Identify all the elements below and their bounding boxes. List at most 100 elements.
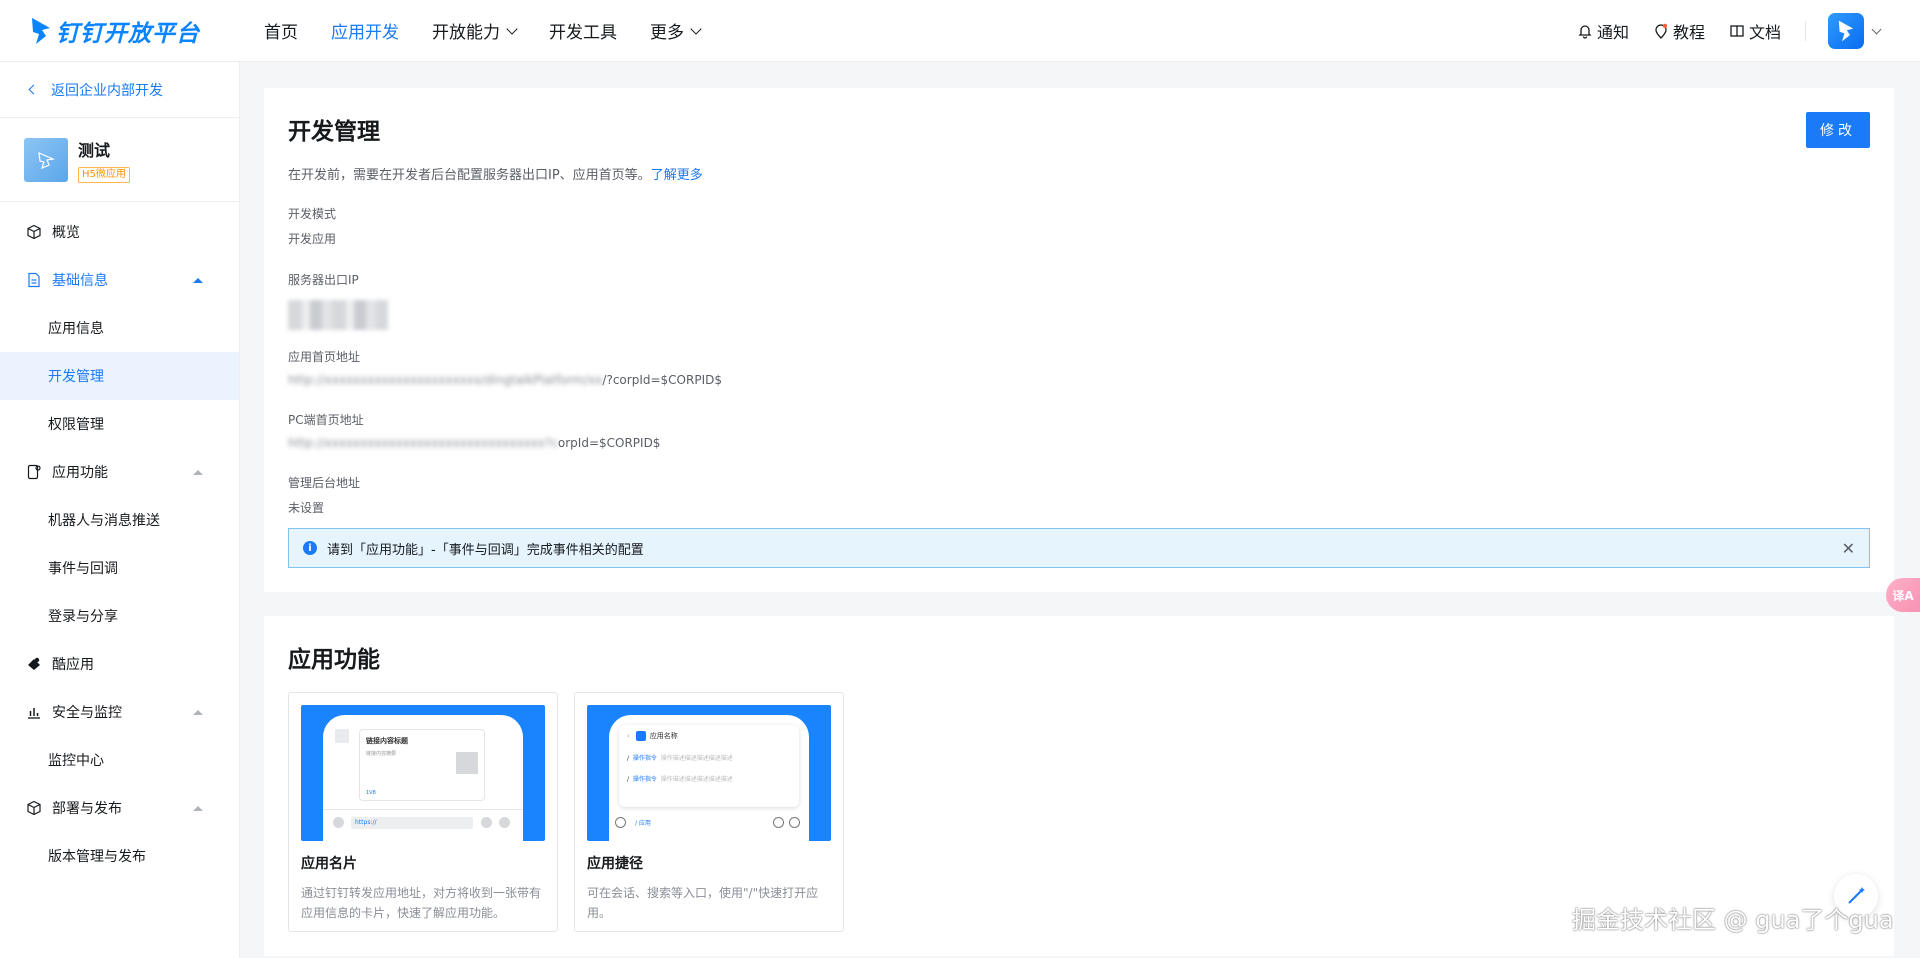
app-shortcut-illustration: ‹ 应用名称 / 操作指令 操作描述描述描述描述描述 / 操作指令 操作描述描述…: [587, 705, 831, 841]
bell-icon: [1578, 25, 1592, 39]
mock-emoji: [481, 817, 492, 828]
sidebar-item-app-features[interactable]: 应用功能: [0, 448, 239, 496]
caret-up-icon: [193, 277, 203, 283]
sidebar-item-events-callbacks[interactable]: 事件与回调: [0, 544, 239, 592]
phone-mockup: ‹ 应用名称 / 操作指令 操作描述描述描述描述描述 / 操作指令 操作描述描述…: [609, 715, 809, 841]
sidebar-item-label: 监控中心: [48, 753, 104, 769]
nav-dev-tools[interactable]: 开发工具: [549, 18, 617, 43]
page-title: 开发管理: [288, 119, 380, 145]
back-label: 返回企业内部开发: [51, 82, 163, 99]
app-name: 测试: [78, 140, 111, 160]
sidebar-item-cool-app[interactable]: 酷应用: [0, 640, 239, 688]
mock-cmd-label: 操作指令: [632, 755, 657, 762]
sidebar-item-label: 权限管理: [48, 417, 104, 433]
admin-url-value: 未设置: [288, 501, 325, 515]
card-description: 可在会话、搜索等入口，使用"/"快速打开应用。: [587, 886, 819, 920]
card-title: 应用名片: [301, 856, 357, 872]
brand-logo[interactable]: 钉钉开放平台: [30, 14, 208, 48]
dev-management-panel: 开发管理 修改 在开发前，需要在开发者后台配置服务器出口IP、应用首页等。了解更…: [264, 88, 1894, 592]
tutorial-pin-icon: [1655, 23, 1668, 39]
nav-home-label: 首页: [264, 23, 298, 43]
sidebar-item-overview[interactable]: 概览: [0, 208, 239, 256]
sidebar-item-permissions[interactable]: 权限管理: [0, 400, 239, 448]
dev-mode-value: 开发应用: [288, 232, 337, 246]
mock-slash: /: [627, 776, 630, 783]
sidebar-item-app-info[interactable]: 应用信息: [0, 304, 239, 352]
brand-name: 钉钉开放平台: [56, 20, 200, 47]
close-icon[interactable]: ✕: [1842, 539, 1855, 558]
sidebar: 返回企业内部开发 测试 H5微应用 概览 基础信息 应用信息 开发管理 权限管理…: [0, 62, 240, 958]
sidebar-item-label: 基础信息: [52, 273, 108, 289]
dev-mode-label: 开发模式: [288, 207, 337, 221]
back-to-enterprise-dev[interactable]: 返回企业内部开发: [0, 62, 239, 118]
mock-cmd-detail: 操作描述描述描述描述描述: [660, 776, 733, 783]
home-url-suffix: /?corpId=$CORPID$: [602, 373, 722, 387]
feature-cards: 链接内容标题 链接内容摘要 1V8 https:// 应用名片 通过钉钉转发应用…: [288, 692, 1870, 932]
mock-cmd-row-2: / 操作指令 操作描述描述描述描述描述: [627, 774, 791, 783]
translate-float-button[interactable]: 译A: [1886, 578, 1920, 612]
docs-link[interactable]: 文档: [1729, 19, 1781, 43]
section-title: 应用功能: [288, 647, 380, 673]
mock-emoji: [773, 817, 784, 828]
mock-avatar: [335, 729, 349, 743]
sidebar-item-label: 部署与发布: [52, 801, 122, 817]
sidebar-item-label: 机器人与消息推送: [48, 513, 160, 529]
dingtalk-avatar-icon: [1838, 20, 1854, 42]
package-icon: [27, 800, 41, 816]
sidebar-item-robot-push[interactable]: 机器人与消息推送: [0, 496, 239, 544]
admin-url-label: 管理后台地址: [288, 476, 361, 490]
feature-card-app-card[interactable]: 链接内容标题 链接内容摘要 1V8 https:// 应用名片 通过钉钉转发应用…: [288, 692, 558, 932]
caret-up-icon: [193, 469, 203, 475]
app-icon: [24, 137, 68, 182]
top-right-actions: 通知 教程 文档: [1553, 0, 1882, 62]
feature-card-app-shortcut[interactable]: ‹ 应用名称 / 操作指令 操作描述描述描述描述描述 / 操作指令 操作描述描述…: [574, 692, 844, 932]
cube-icon: [27, 224, 41, 240]
mock-thumb: [456, 752, 478, 774]
sidebar-item-label: 开发管理: [48, 369, 104, 385]
nav-more[interactable]: 更多: [650, 18, 702, 43]
sidebar-item-version-release[interactable]: 版本管理与发布: [0, 832, 239, 880]
notify-label: 通知: [1596, 23, 1629, 42]
sidebar-item-monitor-center[interactable]: 监控中心: [0, 736, 239, 784]
mock-voice: [615, 817, 626, 828]
top-navbar: 钉钉开放平台 首页 应用开发 开放能力 开发工具 更多 通知 教程 文档: [0, 0, 1920, 62]
main-nav: 首页 应用开发 开放能力 开发工具 更多: [264, 0, 733, 62]
server-ip-value-redacted: [288, 300, 388, 330]
home-url-label: 应用首页地址: [288, 350, 361, 364]
app-type-badge: H5微应用: [78, 166, 130, 183]
dev-description: 在开发前，需要在开发者后台配置服务器出口IP、应用首页等。了解更多: [288, 164, 1870, 183]
book-icon: [1730, 25, 1744, 37]
mock-brand: 1V8: [366, 790, 376, 796]
sidebar-item-security[interactable]: 安全与监控: [0, 688, 239, 736]
avatar[interactable]: [1828, 13, 1864, 49]
pc-url-label: PC端首页地址: [288, 413, 364, 427]
nav-open-capability[interactable]: 开放能力: [432, 18, 518, 43]
sidebar-item-login-share[interactable]: 登录与分享: [0, 592, 239, 640]
sidebar-item-deploy[interactable]: 部署与发布: [0, 784, 239, 832]
sidebar-item-label: 酷应用: [52, 657, 94, 673]
mock-cmd-row-1: / 操作指令 操作描述描述描述描述描述: [627, 753, 791, 762]
nav-dev-tools-label: 开发工具: [549, 23, 617, 43]
sidebar-item-basic-info[interactable]: 基础信息: [0, 256, 239, 304]
sidebar-item-dev-management[interactable]: 开发管理: [0, 352, 239, 400]
main-content: 开发管理 修改 在开发前，需要在开发者后台配置服务器出口IP、应用首页等。了解更…: [264, 88, 1894, 956]
sidebar-item-label: 概览: [52, 225, 80, 241]
mock-link-card: 链接内容标题 链接内容摘要 1V8: [359, 729, 485, 801]
document-icon: [28, 272, 40, 288]
sidebar-item-label: 事件与回调: [48, 561, 118, 577]
mock-app-row: ‹ 应用名称: [627, 731, 791, 741]
nav-home[interactable]: 首页: [264, 18, 298, 43]
mock-input: https://: [351, 817, 473, 829]
nav-app-dev[interactable]: 应用开发: [331, 18, 399, 43]
info-icon: i: [303, 541, 317, 555]
tutorial-link[interactable]: 教程: [1653, 19, 1705, 43]
app-card-illustration: 链接内容标题 链接内容摘要 1V8 https://: [301, 705, 545, 841]
learn-more-link[interactable]: 了解更多: [651, 168, 703, 183]
dingtalk-logo-icon: [32, 17, 50, 44]
notify-link[interactable]: 通知: [1577, 19, 1629, 43]
chevron-down-icon[interactable]: [1871, 24, 1882, 34]
sidebar-item-label: 安全与监控: [52, 705, 122, 721]
app-feature-icon: [27, 464, 41, 480]
edit-button[interactable]: 修改: [1806, 112, 1870, 148]
watermark: 掘金技术社区 @ gua了个gua: [1572, 906, 1894, 934]
